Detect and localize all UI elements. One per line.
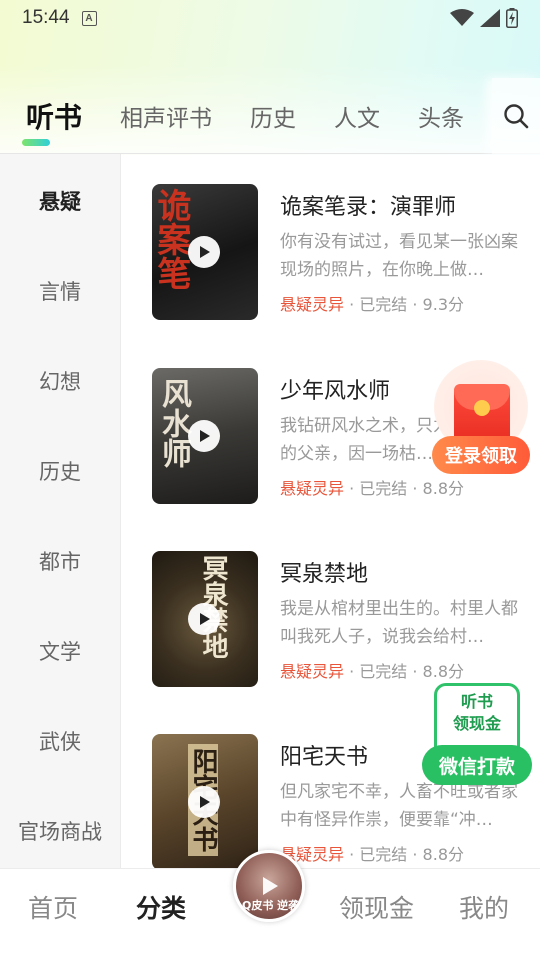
play-icon xyxy=(200,613,210,625)
book-title[interactable]: 阳宅天书 xyxy=(280,739,368,771)
sidebar-item-dushi[interactable]: 都市 xyxy=(0,546,120,576)
book-meta: 悬疑灵异 · 已完结 · 8.8分 xyxy=(280,841,464,865)
cash-card-line2: 领现金 xyxy=(452,714,501,733)
cover-title-art: 风水师 xyxy=(156,378,191,468)
nav-mine[interactable]: 我的 xyxy=(459,889,509,925)
sidebar-item-wenxue[interactable]: 文学 xyxy=(0,636,120,666)
play-button[interactable] xyxy=(188,236,220,268)
tab-label: 头条 xyxy=(418,106,465,132)
book-item[interactable]: 诡案笔 诡案笔录：演罪师 你有没有试过，看见某一张凶案现场的照片，在你晚上做… … xyxy=(152,184,522,320)
book-meta: 悬疑灵异 · 已完结 · 8.8分 xyxy=(280,475,464,499)
wifi-icon xyxy=(450,9,474,26)
sidebar-item-yanqing[interactable]: 言情 xyxy=(0,276,120,306)
book-title[interactable]: 诡案笔录：演罪师 xyxy=(280,189,456,221)
book-status: · 已完结 · xyxy=(344,845,423,864)
now-playing-button[interactable]: Q皮书 逆袭 xyxy=(233,850,305,922)
book-cover[interactable]: 风水师 xyxy=(152,368,258,504)
book-score: 9.3分 xyxy=(422,295,464,314)
login-reward-label[interactable]: 登录领取 xyxy=(432,436,530,474)
tab-renwen[interactable]: 人文 xyxy=(334,99,380,133)
book-status: · 已完结 · xyxy=(344,295,423,314)
play-button[interactable] xyxy=(188,420,220,452)
notification-icon: A xyxy=(81,10,97,26)
coin-icon xyxy=(474,400,490,416)
cash-card-text: 听书 领现金 xyxy=(434,691,520,735)
genre-sidebar: 悬疑 言情 幻想 历史 都市 文学 武侠 官场商战 xyxy=(0,154,121,868)
book-description: 我是从棺材里出生的。村里人都叫我死人子，说我会给村… xyxy=(280,599,518,647)
sidebar-item-huanxiang[interactable]: 幻想 xyxy=(0,366,120,396)
battery-icon xyxy=(506,8,518,28)
book-genre: 悬疑灵异 xyxy=(280,295,345,314)
sidebar-item-wuxia[interactable]: 武侠 xyxy=(0,726,120,756)
tab-toutiao[interactable]: 头条 xyxy=(418,99,464,133)
tab-label: 历史 xyxy=(250,106,297,132)
search-icon xyxy=(504,104,529,129)
book-title[interactable]: 冥泉禁地 xyxy=(280,556,368,588)
cash-card-line1: 听书 xyxy=(460,692,493,711)
book-cover[interactable]: 诡案笔 xyxy=(152,184,258,320)
tab-label: 相声评书 xyxy=(120,106,213,132)
nav-category[interactable]: 分类 xyxy=(136,889,186,925)
cover-title-art: 诡案笔 xyxy=(152,188,191,290)
tab-lishi[interactable]: 历史 xyxy=(250,99,296,133)
book-score: 8.8分 xyxy=(422,845,464,864)
play-icon xyxy=(200,246,210,258)
play-button[interactable] xyxy=(188,603,220,635)
tab-label: 人文 xyxy=(334,106,381,132)
nav-earn-cash[interactable]: 领现金 xyxy=(339,889,414,925)
search-button[interactable] xyxy=(492,78,540,154)
book-cover[interactable]: 阳宅天书 xyxy=(152,734,258,870)
tab-active-indicator xyxy=(22,139,50,146)
book-meta: 悬疑灵异 · 已完结 · 8.8分 xyxy=(280,658,464,682)
status-bar: 15:44 A xyxy=(0,0,540,36)
book-genre: 悬疑灵异 xyxy=(280,479,345,498)
wechat-pay-button[interactable]: 微信打款 xyxy=(422,745,532,785)
category-tabs: 听书 相声评书 历史 人文 头条 xyxy=(0,80,540,152)
sidebar-item-xuanyi[interactable]: 悬疑 xyxy=(0,186,120,216)
login-reward-float[interactable]: 登录领取 xyxy=(432,360,530,478)
play-icon xyxy=(200,796,210,808)
play-icon xyxy=(263,877,278,895)
book-status: · 已完结 · xyxy=(344,662,423,681)
book-score: 8.8分 xyxy=(422,479,464,498)
book-score: 8.8分 xyxy=(422,662,464,681)
wechat-cash-float[interactable]: 听书 领现金 微信打款 xyxy=(422,683,532,787)
book-item[interactable]: 冥泉禁地 冥泉禁地 我是从棺材里出生的。村里人都叫我死人子，说我会给村… 悬疑灵… xyxy=(152,551,522,687)
book-meta: 悬疑灵异 · 已完结 · 9.3分 xyxy=(280,291,464,315)
book-title[interactable]: 少年风水师 xyxy=(280,373,390,405)
book-genre: 悬疑灵异 xyxy=(280,662,345,681)
play-button[interactable] xyxy=(188,786,220,818)
sidebar-item-lishi[interactable]: 历史 xyxy=(0,456,120,486)
tab-xiangsheng-pingshu[interactable]: 相声评书 xyxy=(120,99,212,133)
tab-tingshu[interactable]: 听书 xyxy=(22,96,83,146)
sidebar-item-guanchang-shangzhan[interactable]: 官场商战 xyxy=(0,816,120,846)
signal-icon xyxy=(480,9,500,27)
book-description: 你有没有试过，看见某一张凶案现场的照片，在你晚上做… xyxy=(280,232,518,280)
book-cover[interactable]: 冥泉禁地 xyxy=(152,551,258,687)
tab-label: 听书 xyxy=(26,101,83,134)
nav-home[interactable]: 首页 xyxy=(28,889,78,925)
now-playing-cover-text: Q皮书 逆袭 xyxy=(242,899,300,912)
status-time: 15:44 xyxy=(22,7,70,28)
book-status: · 已完结 · xyxy=(344,479,423,498)
play-icon xyxy=(200,430,210,442)
header-divider xyxy=(0,153,540,154)
